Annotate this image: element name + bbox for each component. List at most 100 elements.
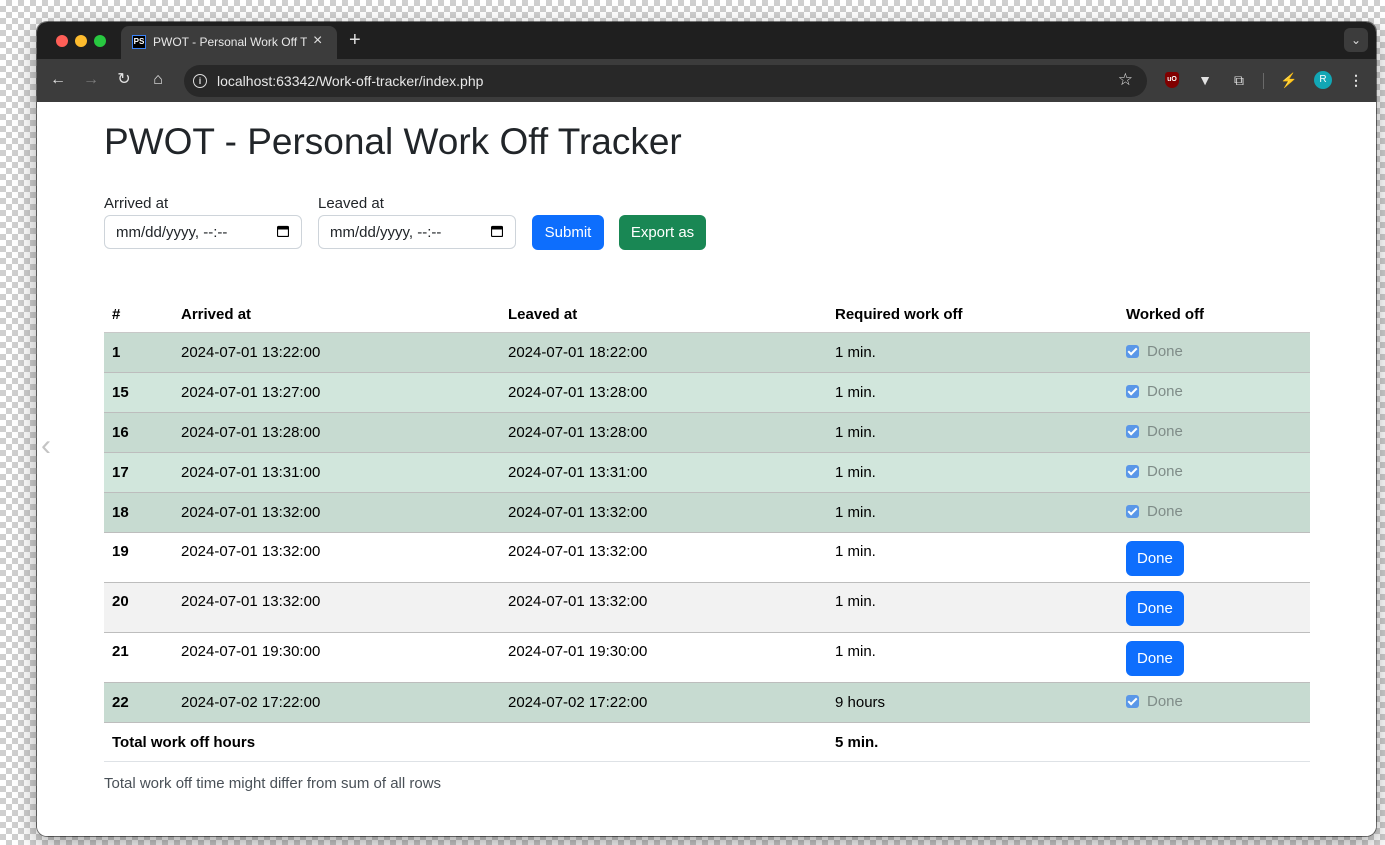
row-worked: Done [1118,682,1310,723]
page-title: PWOT - Personal Work Off Tracker [104,121,682,162]
row-id: 1 [104,332,173,373]
leaved-at-placeholder: mm/dd/yyyy, --:-- [330,224,442,241]
row-arrived: 2024-07-01 19:30:00 [173,632,500,683]
row-worked: Done [1118,332,1310,373]
table-row: 22 2024-07-02 17:22:00 2024-07-02 17:22:… [104,682,1310,723]
tab-strip: PS PWOT - Personal Work Off Tracker × + … [37,22,1376,59]
row-leaved: 2024-07-02 17:22:00 [500,682,827,723]
arrived-at-input[interactable]: mm/dd/yyyy, --:-- [104,215,302,249]
close-tab-icon[interactable]: × [313,32,322,50]
calendar-icon[interactable] [491,225,503,237]
submit-button[interactable]: Submit [532,215,604,250]
checked-checkbox-icon [1126,695,1139,708]
row-id: 18 [104,492,173,533]
vivaldi-extension-icon[interactable]: ▼ [1194,69,1216,91]
row-leaved: 2024-07-01 19:30:00 [500,632,827,683]
toolbar-divider [1263,73,1264,89]
row-required: 1 min. [827,452,1118,493]
export-as-button[interactable]: Export as [619,215,706,250]
row-worked: Done [1118,492,1310,533]
row-leaved: 2024-07-01 13:28:00 [500,412,827,453]
column-header-required: Required work off [827,296,1118,333]
row-arrived: 2024-07-01 13:27:00 [173,372,500,413]
leaved-at-input[interactable]: mm/dd/yyyy, --:-- [318,215,516,249]
maximize-window-button[interactable] [94,35,106,47]
calendar-icon[interactable] [277,225,289,237]
done-button[interactable]: Done [1126,641,1184,676]
profile-avatar[interactable]: R [1314,71,1332,89]
row-worked: Done [1118,532,1310,583]
table-header-row: # Arrived at Leaved at Required work off… [104,296,1310,333]
tab-search-chevron-icon[interactable]: ⌄ [1344,28,1368,52]
row-id: 16 [104,412,173,453]
row-worked: Done [1118,632,1310,683]
checked-checkbox-icon [1126,345,1139,358]
row-id: 22 [104,682,173,723]
row-required: 9 hours [827,682,1118,723]
column-header-leaved: Leaved at [500,296,827,333]
minimize-window-button[interactable] [75,35,87,47]
ublock-extension-icon[interactable]: uO [1165,72,1179,88]
forward-arrow-icon[interactable]: → [80,69,102,91]
work-off-table: # Arrived at Leaved at Required work off… [104,296,1310,762]
row-arrived: 2024-07-01 13:32:00 [173,492,500,533]
table-row: 19 2024-07-01 13:32:00 2024-07-01 13:32:… [104,532,1310,583]
address-bar[interactable]: i localhost:63342/Work-off-tracker/index… [184,65,1147,97]
browser-menu-icon[interactable]: ⋮ [1345,69,1367,91]
row-id: 21 [104,632,173,683]
checked-checkbox-icon [1126,425,1139,438]
done-label: Done [1147,423,1183,440]
table-row: 17 2024-07-01 13:31:00 2024-07-01 13:31:… [104,452,1310,493]
done-checkbox: Done [1126,343,1183,360]
row-leaved: 2024-07-01 13:28:00 [500,372,827,413]
leaved-at-label: Leaved at [318,195,384,212]
row-worked: Done [1118,372,1310,413]
done-checkbox: Done [1126,383,1183,400]
row-id: 15 [104,372,173,413]
row-leaved: 2024-07-01 18:22:00 [500,332,827,373]
home-icon[interactable]: ⌂ [147,69,169,91]
column-header-id: # [104,296,173,333]
column-header-worked: Worked off [1118,296,1310,333]
bookmark-star-icon[interactable]: ☆ [1118,70,1133,90]
row-id: 19 [104,532,173,583]
done-checkbox: Done [1126,463,1183,480]
total-label: Total work off hours [104,722,827,762]
row-required: 1 min. [827,332,1118,373]
row-required: 1 min. [827,492,1118,533]
done-button[interactable]: Done [1126,541,1184,576]
browser-tab[interactable]: PS PWOT - Personal Work Off Tracker × [121,26,337,59]
row-id: 20 [104,582,173,633]
column-header-arrived: Arrived at [173,296,500,333]
browser-window: PS PWOT - Personal Work Off Tracker × + … [37,22,1376,836]
done-button[interactable]: Done [1126,591,1184,626]
done-label: Done [1147,343,1183,360]
done-checkbox: Done [1126,693,1183,710]
checked-checkbox-icon [1126,385,1139,398]
tab-title: PWOT - Personal Work Off Tracker [153,35,307,49]
row-worked: Done [1118,452,1310,493]
row-required: 1 min. [827,582,1118,633]
row-arrived: 2024-07-01 13:28:00 [173,412,500,453]
work-off-table-container: # Arrived at Leaved at Required work off… [104,296,1310,762]
swipe-back-chevron-icon: ‹ [41,429,51,462]
back-arrow-icon[interactable]: ← [47,69,69,91]
reload-icon[interactable]: ↻ [113,69,135,91]
site-info-icon[interactable]: i [193,74,207,88]
table-row: 1 2024-07-01 13:22:00 2024-07-01 18:22:0… [104,332,1310,373]
row-worked: Done [1118,412,1310,453]
row-arrived: 2024-07-01 13:22:00 [173,332,500,373]
address-url[interactable]: localhost:63342/Work-off-tracker/index.p… [217,73,483,89]
table-row: 16 2024-07-01 13:28:00 2024-07-01 13:28:… [104,412,1310,453]
checked-checkbox-icon [1126,465,1139,478]
done-label: Done [1147,503,1183,520]
row-required: 1 min. [827,632,1118,683]
row-required: 1 min. [827,532,1118,583]
performance-icon[interactable]: ⚡ [1278,69,1300,91]
new-tab-icon[interactable]: + [349,29,361,51]
extensions-puzzle-icon[interactable]: ⧉ [1228,69,1250,91]
row-worked: Done [1118,582,1310,633]
total-empty-cell [1118,722,1310,762]
close-window-button[interactable] [56,35,68,47]
done-checkbox: Done [1126,423,1183,440]
